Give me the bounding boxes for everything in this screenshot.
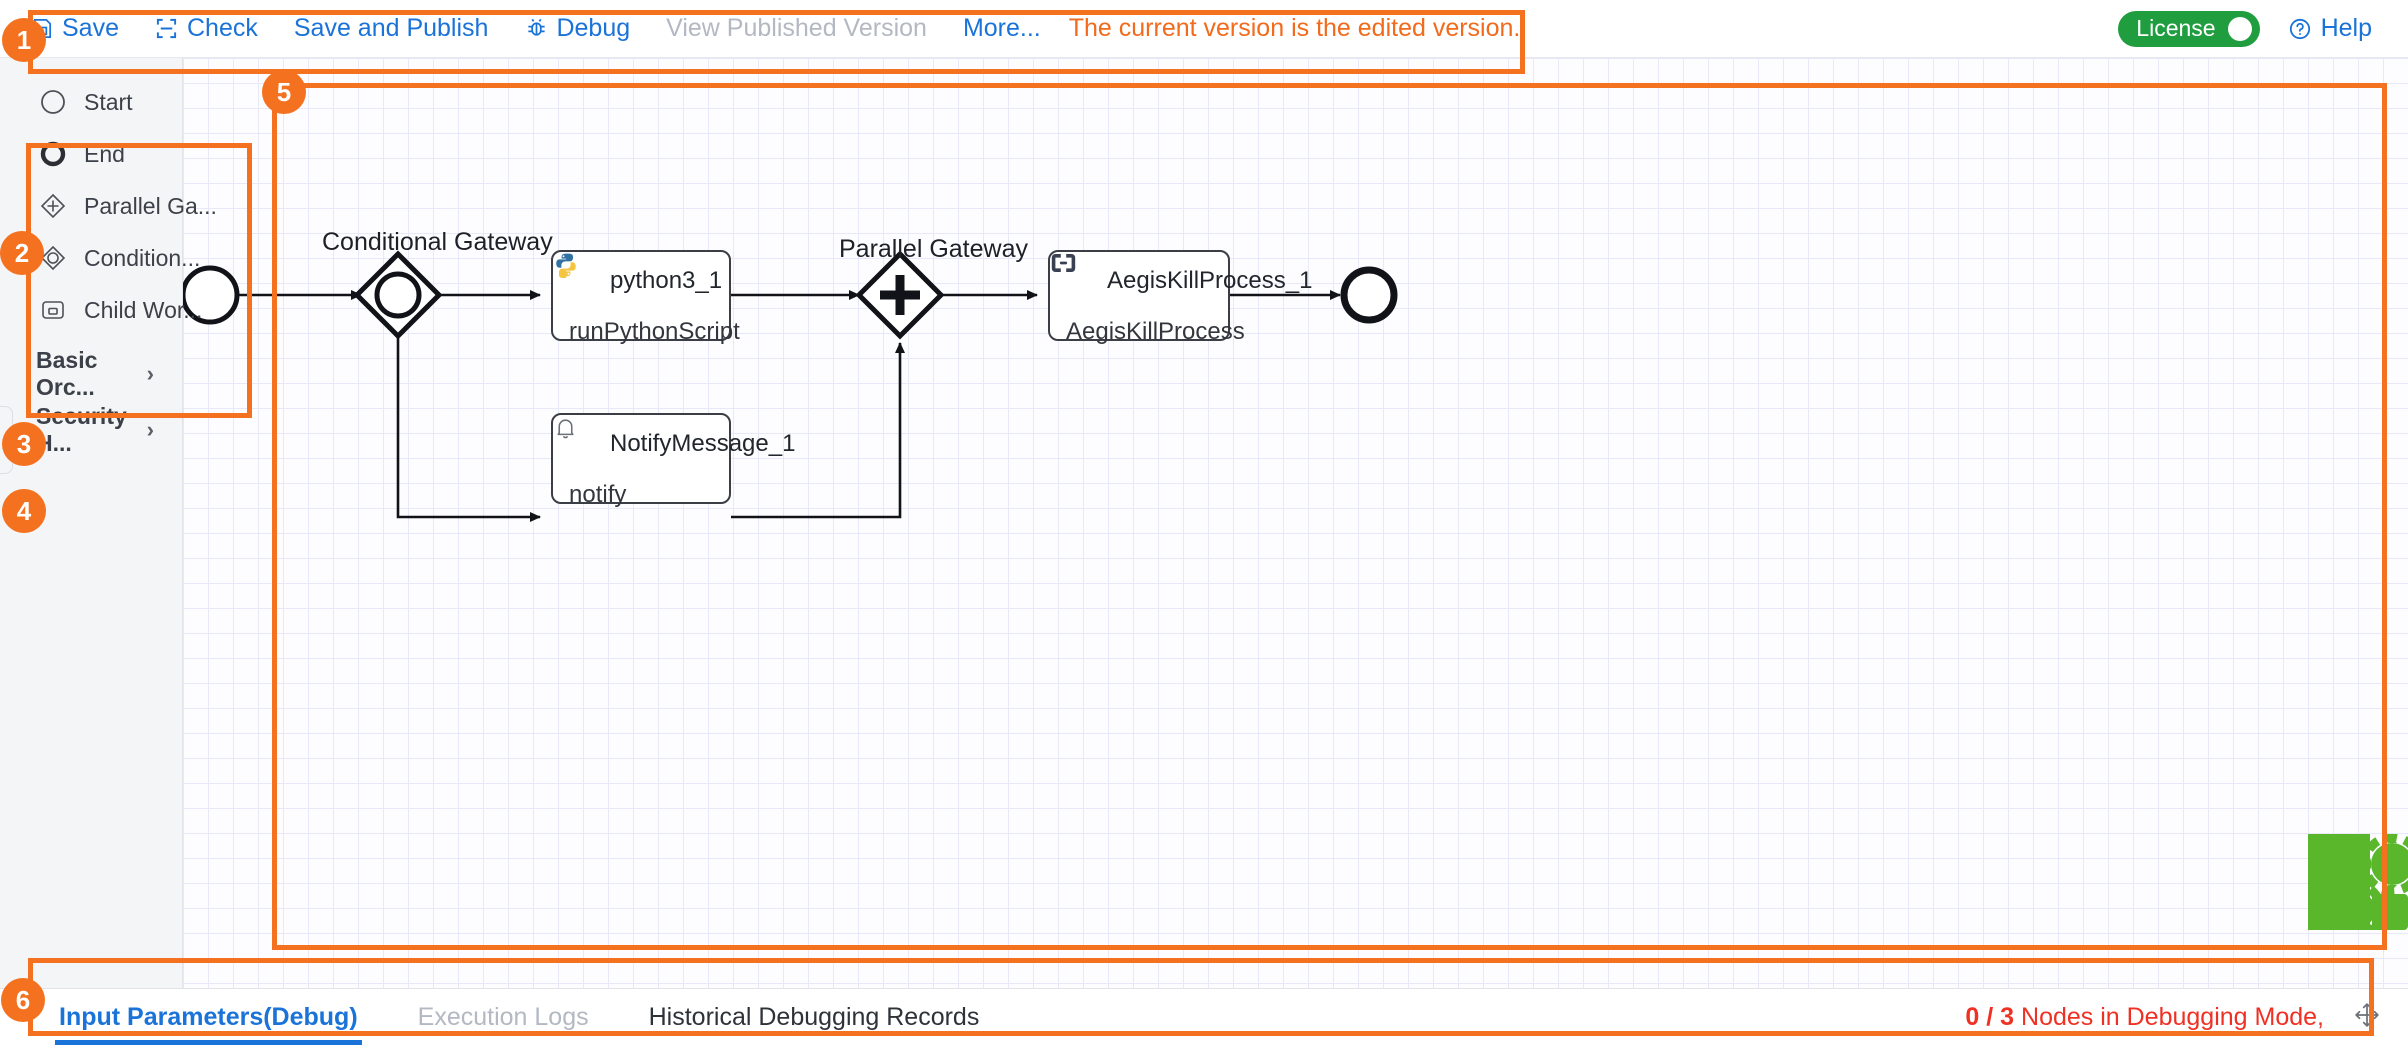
license-label: License — [2136, 15, 2216, 41]
annotation-badge-1: 1 — [2, 18, 46, 62]
end-circle-icon — [38, 139, 68, 169]
tab-historical-debugging-records[interactable]: Historical Debugging Records — [645, 989, 984, 1046]
annotation-badge-3: 3 — [2, 422, 46, 466]
view-published-version-label: View Published Version — [666, 14, 927, 42]
bell-icon — [557, 419, 599, 459]
save-and-publish-label: Save and Publish — [293, 14, 489, 42]
bottom-tabs: Input Parameters(Debug) Execution Logs H… — [0, 989, 983, 1046]
annotation-badge-2: 2 — [0, 231, 44, 275]
sidebar-section-label: Basic Orc... — [36, 347, 98, 400]
annotation-badge-5: 5 — [262, 70, 306, 114]
more-button[interactable]: More... — [945, 16, 1059, 41]
debugging-nodes-status: 0 / 3 Nodes in Debugging Mode, — [1965, 1003, 2324, 1032]
palette-item-label: Start — [84, 88, 133, 115]
check-frame-icon — [155, 17, 179, 41]
annotation-badge-4: 4 — [2, 489, 46, 533]
more-label: More... — [962, 14, 1041, 42]
node-header: python3_1 — [553, 252, 729, 306]
parallel-gateway-icon — [38, 191, 68, 221]
node-header: AegisKillProcess_1 — [1050, 252, 1312, 306]
parallel-gateway-node — [855, 250, 945, 340]
save-button[interactable]: Save — [30, 16, 137, 41]
conditional-gateway-label: Conditional Gateway — [322, 228, 553, 256]
bug-icon — [524, 17, 548, 41]
chevron-right-icon: › — [146, 361, 154, 386]
workflow-connectors-layer — [183, 250, 1398, 522]
conditional-gateway-node — [353, 250, 443, 340]
sidebar-section-label: Security H... — [36, 403, 127, 456]
palette-basic-nodes: Start End Parallel Ga... Condition... Ch… — [0, 58, 217, 346]
python-icon — [556, 253, 599, 296]
debug-node-count: 0 / 3 — [1965, 1003, 2015, 1031]
gears-logo — [2308, 834, 2408, 930]
debug-label: Debug — [556, 14, 631, 42]
node-title: AegisKillProcess_1 — [1107, 267, 1313, 294]
question-circle-icon — [2288, 17, 2312, 41]
node-subtitle: AegisKillProcess — [1066, 318, 1245, 345]
check-button[interactable]: Check — [137, 16, 276, 41]
toggle-knob-icon — [2227, 16, 2252, 41]
palette-item-child-workflow[interactable]: Child Wor... — [0, 284, 202, 336]
workflow-editor-app: Save Check Save and Publish Debug View P… — [0, 0, 2408, 1046]
workflow-canvas[interactable]: Conditional Gateway Parallel Gateway pyt… — [183, 58, 2408, 988]
toolbar-right-actions: License Help — [2118, 10, 2408, 47]
node-subtitle: runPythonScript — [569, 318, 740, 345]
palette-item-parallel-gateway[interactable]: Parallel Ga... — [0, 180, 217, 232]
palette-item-end[interactable]: End — [0, 128, 182, 180]
annotation-badge-6: 6 — [1, 978, 45, 1022]
help-label: Help — [2320, 14, 2372, 42]
aegis-icon — [1051, 254, 1096, 296]
license-toggle[interactable]: License — [2118, 10, 2260, 47]
help-button[interactable]: Help — [2288, 14, 2372, 43]
tab-label: Input Parameters(Debug) — [59, 1003, 358, 1031]
node-title: NotifyMessage_1 — [610, 430, 796, 457]
node-aegiskillprocess-1[interactable]: AegisKillProcess_1 AegisKillProcess — [1048, 250, 1312, 345]
version-note: The current version is the edited versio… — [1068, 14, 1521, 42]
palette-item-label: Child Wor... — [84, 296, 203, 323]
end-event-node — [1340, 266, 1398, 324]
save-and-publish-button[interactable]: Save and Publish — [276, 16, 507, 41]
check-label: Check — [186, 14, 258, 42]
debug-button[interactable]: Debug — [506, 16, 648, 41]
view-published-version-button[interactable]: View Published Version — [648, 16, 945, 41]
node-python3-1[interactable]: python3_1 runPythonScript — [551, 250, 740, 345]
parallel-gateway-label: Parallel Gateway — [839, 235, 1028, 263]
tab-label: Historical Debugging Records — [648, 1003, 980, 1031]
node-notifymessage-1[interactable]: NotifyMessage_1 notify — [551, 413, 795, 508]
node-header: NotifyMessage_1 — [553, 415, 795, 469]
node-title: python3_1 — [610, 267, 723, 294]
child-workflow-icon — [38, 295, 68, 325]
start-circle-icon — [38, 87, 68, 117]
move-resize-icon[interactable] — [2354, 1002, 2380, 1033]
palette-item-start[interactable]: Start — [0, 76, 182, 128]
palette-item-label: Condition... — [84, 244, 201, 271]
save-label: Save — [62, 14, 119, 42]
toolbar-actions: Save Check Save and Publish Debug View P… — [0, 14, 1520, 43]
chevron-right-icon: › — [146, 417, 154, 442]
top-toolbar: Save Check Save and Publish Debug View P… — [0, 0, 2408, 58]
bottom-panel-tabbar: Input Parameters(Debug) Execution Logs H… — [0, 988, 2408, 1046]
tab-execution-logs[interactable]: Execution Logs — [414, 989, 593, 1046]
sidebar-section-basic-orchestration[interactable]: Basic Orc... › — [0, 346, 182, 402]
palette-item-label: Parallel Ga... — [84, 192, 217, 219]
debug-status-text: Nodes in Debugging Mode, — [2014, 1003, 2324, 1031]
tab-label: Execution Logs — [417, 1003, 589, 1031]
palette-item-label: End — [84, 140, 125, 167]
node-subtitle: notify — [569, 481, 627, 508]
tab-input-parameters-debug[interactable]: Input Parameters(Debug) — [55, 989, 362, 1046]
bottom-status-area: 0 / 3 Nodes in Debugging Mode, — [1965, 1002, 2408, 1033]
